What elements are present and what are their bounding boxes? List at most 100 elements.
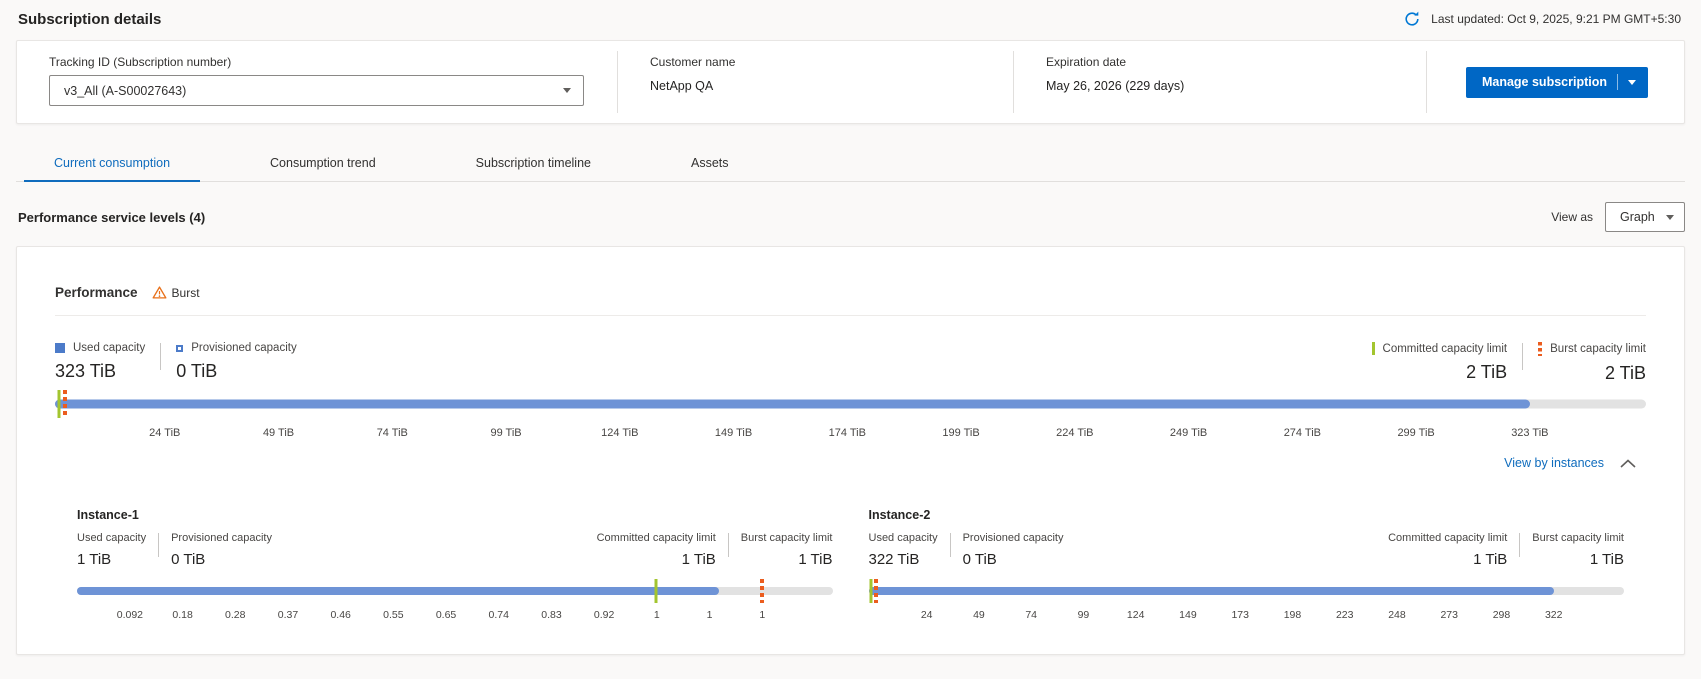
tick-label: 24 TiB <box>149 427 180 439</box>
provisioned-capacity-value: 0 TiB <box>171 551 272 568</box>
tick-label: 224 TiB <box>1056 427 1093 439</box>
section-toolbar: Performance service levels (4) View as G… <box>16 202 1685 232</box>
tab-subscription-timeline[interactable]: Subscription timeline <box>446 150 621 182</box>
tick-label: 124 <box>1127 609 1145 621</box>
instance-panel-1: Instance-1 Used capacity 1 TiB Provision… <box>77 508 833 624</box>
used-capacity-value: 1 TiB <box>77 551 146 568</box>
provisioned-capacity-legend-icon <box>176 345 183 352</box>
tick-label: 0.092 <box>117 609 143 621</box>
provisioned-capacity-label: Provisioned capacity <box>963 532 1064 544</box>
tick-label: 0.92 <box>594 609 614 621</box>
committed-limit-legend-icon <box>1372 342 1375 355</box>
divider <box>1522 343 1523 370</box>
divider <box>728 533 729 557</box>
tick-label: 0.55 <box>383 609 403 621</box>
tick-label: 273 <box>1440 609 1458 621</box>
tick-label: 0.18 <box>172 609 192 621</box>
view-as-value: Graph <box>1620 210 1655 224</box>
committed-limit-label: Committed capacity limit <box>597 532 716 544</box>
committed-limit-marker <box>655 579 658 603</box>
used-capacity-metric: Used capacity 1 TiB <box>77 532 146 568</box>
performance-panel: Performance Burst Used capacity 323 TiB … <box>16 246 1685 655</box>
tracking-section: Tracking ID (Subscription number) v3_All… <box>17 41 617 123</box>
divider <box>55 315 1646 316</box>
tick-label: 0.65 <box>436 609 456 621</box>
total-capacity-gauge: 24 TiB49 TiB74 TiB99 TiB124 TiB149 TiB17… <box>55 388 1646 442</box>
instances-container: Instance-1 Used capacity 1 TiB Provision… <box>55 508 1646 624</box>
tick-label: 99 TiB <box>490 427 521 439</box>
used-capacity-metric: Used capacity 322 TiB <box>869 532 938 568</box>
view-as-label: View as <box>1551 210 1593 224</box>
tracking-id-select[interactable]: v3_All (A-S00027643) <box>49 75 584 106</box>
burst-limit-marker <box>760 579 764 603</box>
capacity-bar <box>55 388 1646 420</box>
divider <box>160 343 161 370</box>
axis-ticks: 24497499124149173198223248273298322 <box>869 609 1625 624</box>
burst-warning-badge: Burst <box>152 286 200 300</box>
tick-label: 174 TiB <box>829 427 866 439</box>
used-capacity-label: Used capacity <box>73 342 145 354</box>
committed-limit-marker <box>870 579 873 603</box>
customer-section: Customer name NetApp QA <box>618 41 1013 123</box>
burst-limit-label: Burst capacity limit <box>741 532 833 544</box>
warning-icon <box>152 286 167 299</box>
committed-limit-label: Committed capacity limit <box>1383 343 1508 355</box>
tick-label: 1 <box>759 609 765 621</box>
page-title: Subscription details <box>18 11 161 28</box>
committed-limit-metric: Committed capacity limit 2 TiB <box>1372 342 1508 383</box>
tick-label: 223 <box>1336 609 1354 621</box>
tick-label: 0.46 <box>330 609 350 621</box>
tab-assets[interactable]: Assets <box>661 150 759 182</box>
tab-consumption-trend[interactable]: Consumption trend <box>240 150 406 182</box>
tick-label: 323 TiB <box>1511 427 1548 439</box>
burst-limit-value: 1 TiB <box>798 551 832 568</box>
instance-capacity-gauge: 24497499124149173198223248273298322 <box>869 577 1625 624</box>
capacity-bar <box>869 577 1625 605</box>
manage-subscription-button[interactable]: Manage subscription <box>1466 67 1648 98</box>
tick-label: 274 TiB <box>1284 427 1321 439</box>
tick-label: 49 <box>973 609 985 621</box>
actions-section: Manage subscription <box>1427 41 1684 123</box>
instance-panel-2: Instance-2 Used capacity 322 TiB Provisi… <box>869 508 1625 624</box>
used-capacity-value: 322 TiB <box>869 551 938 568</box>
tick-label: 199 TiB <box>942 427 979 439</box>
used-capacity-fill <box>77 587 719 595</box>
last-updated-text: Last updated: Oct 9, 2025, 9:21 PM GMT+5… <box>1431 12 1681 26</box>
section-title: Performance service levels (4) <box>16 210 205 225</box>
committed-limit-label: Committed capacity limit <box>1388 532 1507 544</box>
panel-title: Performance <box>55 285 138 300</box>
used-capacity-fill <box>869 587 1554 595</box>
view-as-select[interactable]: Graph <box>1605 202 1685 232</box>
subscription-summary-card: Tracking ID (Subscription number) v3_All… <box>16 40 1685 124</box>
capacity-metrics: Used capacity 322 TiB Provisioned capaci… <box>869 532 1625 568</box>
tick-label: 149 TiB <box>715 427 752 439</box>
divider <box>158 533 159 557</box>
tick-label: 248 <box>1388 609 1406 621</box>
provisioned-capacity-metric: Provisioned capacity 0 TiB <box>176 342 296 382</box>
chevron-up-icon[interactable] <box>1620 459 1636 468</box>
divider <box>1519 533 1520 557</box>
committed-limit-metric: Committed capacity limit 1 TiB <box>597 532 716 568</box>
tick-label: 49 TiB <box>263 427 294 439</box>
expiration-date-value: May 26, 2026 (229 days) <box>1046 79 1426 93</box>
tick-label: 198 <box>1284 609 1302 621</box>
view-by-instances-link[interactable]: View by instances <box>1504 456 1604 470</box>
tab-current-consumption[interactable]: Current consumption <box>24 150 200 182</box>
tick-label: 74 TiB <box>377 427 408 439</box>
chevron-down-icon <box>1666 215 1674 220</box>
tracking-id-value: v3_All (A-S00027643) <box>64 84 186 98</box>
chevron-down-icon[interactable] <box>1628 80 1636 85</box>
tick-label: 249 TiB <box>1170 427 1207 439</box>
divider <box>950 533 951 557</box>
capacity-metrics: Used capacity 323 TiB Provisioned capaci… <box>55 342 1646 384</box>
provisioned-capacity-value: 0 TiB <box>963 551 1064 568</box>
expiration-section: Expiration date May 26, 2026 (229 days) <box>1014 41 1426 123</box>
instance-capacity-gauge: 0.0920.180.280.370.460.550.650.740.830.9… <box>77 577 833 624</box>
tick-label: 99 <box>1078 609 1090 621</box>
button-separator <box>1617 74 1618 90</box>
provisioned-capacity-metric: Provisioned capacity 0 TiB <box>963 532 1064 568</box>
used-capacity-label: Used capacity <box>77 532 146 544</box>
refresh-icon[interactable] <box>1403 10 1421 28</box>
tick-label: 24 <box>921 609 933 621</box>
committed-limit-marker <box>57 390 60 418</box>
